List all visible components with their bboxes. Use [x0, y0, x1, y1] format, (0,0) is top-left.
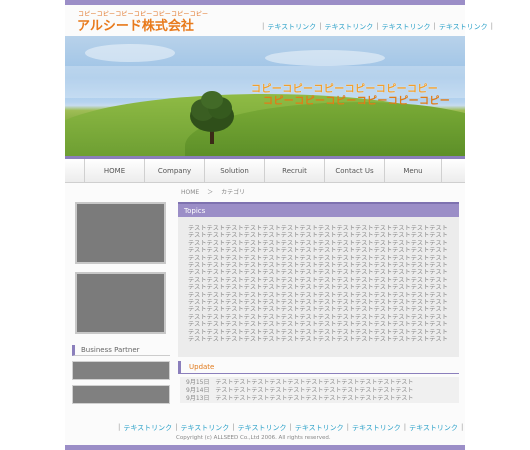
sidebar-banner-2[interactable]	[75, 272, 166, 334]
update-date: 9月13日	[186, 395, 210, 402]
cloud-shape	[265, 50, 385, 66]
update-heading: Update	[178, 361, 459, 374]
bottom-accent-bar	[65, 445, 465, 450]
nav-item-recruit[interactable]: Recruit	[265, 159, 325, 182]
breadcrumb-separator: ＞	[207, 189, 214, 196]
header-links: | テキストリンク | テキストリンク | テキストリンク | テキストリンク …	[262, 22, 493, 32]
nav-item-home[interactable]: HOME	[85, 159, 145, 182]
footer-link-3[interactable]: テキストリンク	[238, 423, 287, 433]
topics-body-text: テストテストテストテストテストテストテストテストテストテストテストテストテストテ…	[188, 225, 448, 344]
global-nav: HOME Company Solution Recruit Contact Us…	[65, 159, 465, 183]
nav-item-menu[interactable]: Menu	[385, 159, 442, 182]
cloud-shape	[85, 44, 175, 62]
nav-item-solution[interactable]: Solution	[205, 159, 265, 182]
footer-link-5[interactable]: テキストリンク	[352, 423, 401, 433]
breadcrumb-current: カテゴリ	[221, 189, 246, 196]
breadcrumb: HOME ＞ カテゴリ	[181, 187, 245, 196]
footer-links: | テキストリンク | テキストリンク | テキストリンク | テキストリンク …	[118, 423, 464, 433]
update-entry[interactable]: 9月14日 テストテストテストテストテストテストテストテストテストテストテスト	[186, 387, 453, 395]
header-link-4[interactable]: テキストリンク	[439, 22, 488, 32]
sidebar-banner-1[interactable]	[75, 202, 166, 264]
header-link-1[interactable]: テキストリンク	[267, 22, 316, 32]
top-accent-bar	[65, 0, 465, 5]
company-logo-text[interactable]: アルシード株式会社	[77, 15, 194, 34]
tree-illustration	[190, 91, 234, 144]
header-link-2[interactable]: テキストリンク	[325, 22, 374, 32]
footer-link-2[interactable]: テキストリンク	[181, 423, 230, 433]
business-partner-heading: Business Partner	[72, 345, 170, 356]
update-entry[interactable]: 9月13日 テストテストテストテストテストテストテストテストテストテストテスト	[186, 395, 453, 403]
update-text: テストテストテストテストテストテストテストテストテストテストテスト	[215, 379, 414, 386]
topics-panel: テストテストテストテストテストテストテストテストテストテストテストテストテストテ…	[178, 217, 459, 357]
update-text: テストテストテストテストテストテストテストテストテストテストテスト	[215, 387, 414, 394]
topics-heading: Topics	[178, 202, 459, 217]
hero-image: コピーコピーコピーコピーコピーコピー コピーコピーコピーコピーコピーコピー	[65, 36, 465, 156]
update-date: 9月15日	[186, 379, 210, 386]
footer-link-4[interactable]: テキストリンク	[295, 423, 344, 433]
breadcrumb-home[interactable]: HOME	[181, 189, 199, 196]
nav-spacer	[65, 159, 85, 182]
nav-item-contact[interactable]: Contact Us	[325, 159, 385, 182]
update-date: 9月14日	[186, 387, 210, 394]
footer-link-1[interactable]: テキストリンク	[123, 423, 172, 433]
partner-banner-2[interactable]	[72, 385, 170, 404]
update-text: テストテストテストテストテストテストテストテストテストテストテスト	[215, 395, 414, 402]
update-list: 9月15日 テストテストテストテストテストテストテストテストテストテストテスト …	[180, 377, 459, 403]
copyright-text: Copyright (c) ALLSEED Co.,Ltd 2006. All …	[176, 435, 331, 441]
partner-banner-1[interactable]	[72, 361, 170, 380]
nav-item-company[interactable]: Company	[145, 159, 205, 182]
header-link-3[interactable]: テキストリンク	[382, 22, 431, 32]
hero-catchcopy-2: コピーコピーコピーコピーコピーコピー	[263, 96, 451, 107]
update-entry[interactable]: 9月15日 テストテストテストテストテストテストテストテストテストテストテスト	[186, 379, 453, 387]
footer-link-6[interactable]: テキストリンク	[409, 423, 458, 433]
